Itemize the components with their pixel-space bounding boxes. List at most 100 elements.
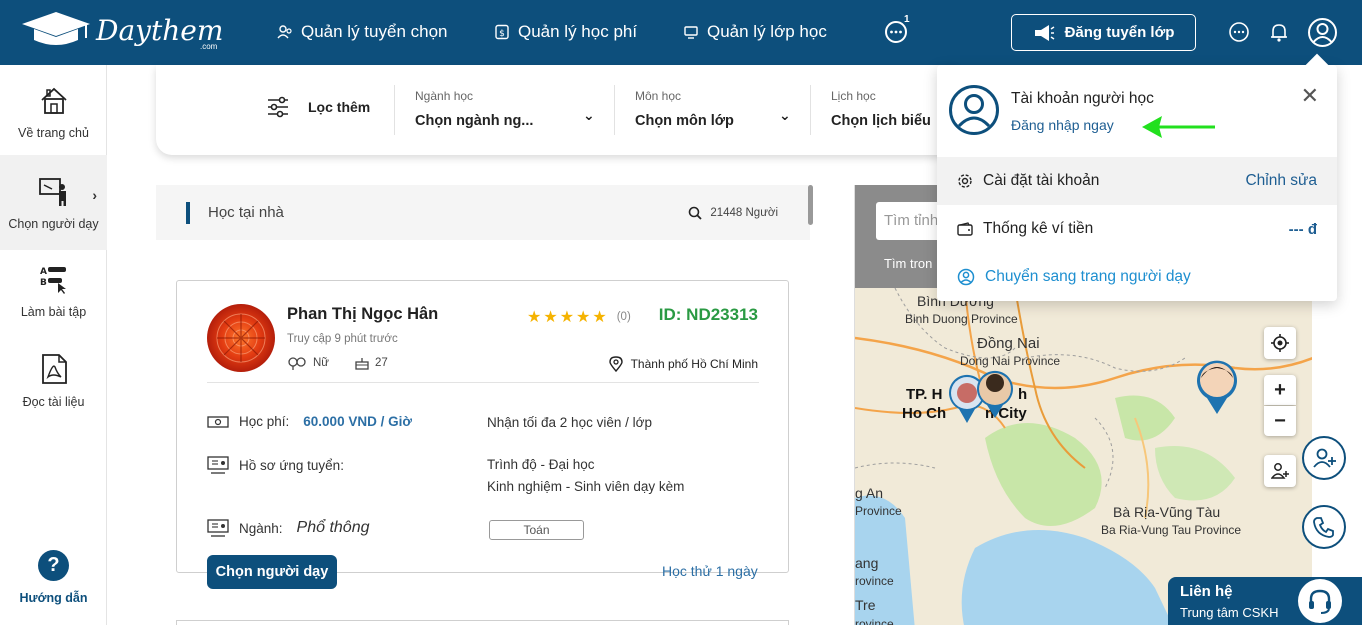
nav-label: Quản lý học phí bbox=[518, 22, 638, 41]
map-label: Province bbox=[855, 504, 902, 518]
logo[interactable]: Daythem .com bbox=[20, 10, 223, 51]
star-icons: ★ ★ ★ ★ ★ bbox=[527, 307, 609, 327]
tutor-age: 27 bbox=[375, 357, 388, 369]
switch-to-tutor-row[interactable]: Chuyển sang trang người dạy bbox=[937, 253, 1337, 301]
chat-bubble-icon[interactable] bbox=[1228, 21, 1250, 43]
map-label: Tre bbox=[855, 597, 876, 613]
bell-icon[interactable] bbox=[1268, 21, 1290, 43]
star-icon: ★ bbox=[559, 309, 575, 326]
profile-row: Hồ sơ ứng tuyển: bbox=[207, 456, 344, 474]
account-dropdown: Tài khoản người học Đăng nhập ngay ✕ Cài… bbox=[937, 53, 1337, 301]
green-arrow-annotation bbox=[1142, 116, 1215, 138]
wallet-stats-label: Thống kê ví tiền bbox=[983, 220, 1094, 237]
nav-label: Quản lý tuyển chọn bbox=[301, 22, 448, 41]
filter-subject-label: Môn học bbox=[635, 89, 682, 103]
login-now-link[interactable]: Đăng nhập ngay bbox=[1011, 117, 1114, 133]
chevron-right-icon: › bbox=[92, 187, 97, 203]
tutor-rating: ★ ★ ★ ★ ★ (0) bbox=[527, 307, 631, 327]
fee-label: Học phí: bbox=[239, 414, 290, 429]
nav-selection-management[interactable]: Quản lý tuyển chọn bbox=[277, 22, 447, 42]
sidebar-item-exercises[interactable]: AB Làm bài tập bbox=[0, 243, 107, 338]
map-label: Bà Rịa-Vũng Tàu bbox=[1113, 504, 1221, 520]
gender-icon bbox=[288, 357, 306, 370]
account-title: Tài khoản người học bbox=[1011, 90, 1154, 107]
sidebar-item-documents[interactable]: Đọc tài liệu bbox=[0, 333, 107, 428]
monitor-icon bbox=[684, 26, 698, 39]
filter-subject-select[interactable]: Môn học Chọn môn lớp ⌄ bbox=[614, 85, 810, 135]
sidebar-item-label: Về trang chủ bbox=[18, 125, 89, 140]
filter-schedule-select[interactable]: Lịch học Chọn lịch biểu bbox=[810, 85, 950, 135]
brand-suffix: .com bbox=[200, 42, 218, 51]
map-label: TP. H bbox=[906, 386, 943, 403]
star-icon: ★ bbox=[543, 309, 558, 326]
quiz-icon: AB bbox=[40, 266, 66, 294]
tutor-city: Thành phố Hồ Chí Minh bbox=[608, 356, 758, 372]
tutor-location-marker[interactable] bbox=[1195, 360, 1241, 415]
map-label: Đồng Nai bbox=[977, 335, 1040, 352]
major-label: Ngành: bbox=[239, 520, 283, 536]
tutor-name[interactable]: Phan Thị Ngọc Hân bbox=[287, 305, 438, 324]
customer-support-widget[interactable]: Liên hệ Trung tâm CSKH bbox=[1168, 577, 1362, 625]
close-icon[interactable]: ✕ bbox=[1301, 83, 1319, 109]
results-count[interactable]: 21448 Người bbox=[688, 206, 778, 220]
add-tutor-map-button[interactable] bbox=[1264, 455, 1296, 487]
gear-icon bbox=[958, 174, 972, 188]
map-label: Ba Ria-Vung Tau Province bbox=[1101, 523, 1242, 537]
sidebar-item-guide[interactable]: ? Hướng dẫn bbox=[0, 550, 107, 605]
accent-bar bbox=[186, 202, 190, 224]
zoom-in-button[interactable]: + bbox=[1264, 375, 1296, 405]
nav-fee-management[interactable]: $ Quản lý học phí bbox=[494, 22, 637, 42]
crosshair-icon bbox=[1271, 334, 1289, 352]
results-title: Học tại nhà bbox=[208, 204, 284, 221]
map-search-hint: Tìm tron bbox=[884, 256, 933, 271]
call-float-button[interactable] bbox=[1302, 505, 1346, 549]
switch-to-tutor-label: Chuyển sang trang người dạy bbox=[985, 268, 1191, 285]
zoom-out-button[interactable]: − bbox=[1264, 406, 1296, 436]
user-plus-icon bbox=[1271, 463, 1289, 479]
map-label: rovince bbox=[855, 617, 894, 625]
locate-me-button[interactable] bbox=[1264, 327, 1296, 359]
location-pin-icon bbox=[608, 356, 623, 372]
tutor-gender: Nữ bbox=[313, 357, 330, 369]
major-value: Phổ thông bbox=[296, 519, 370, 536]
teacher-screen-icon bbox=[207, 519, 229, 537]
edit-account-link[interactable]: Chỉnh sửa bbox=[1245, 172, 1317, 190]
sidebar-item-home[interactable]: Về trang chủ bbox=[0, 65, 107, 160]
sidebar-item-label: Đọc tài liệu bbox=[22, 394, 85, 409]
tutor-avatar[interactable] bbox=[207, 304, 275, 372]
choose-tutor-button[interactable]: Chọn người dạy bbox=[207, 555, 337, 589]
nav-class-management[interactable]: Quản lý lớp học bbox=[683, 22, 827, 42]
list-scrollbar[interactable] bbox=[808, 185, 813, 225]
rating-count: (0) bbox=[616, 311, 631, 323]
more-filters-button[interactable]: Lọc thêm bbox=[266, 95, 370, 119]
tutor-meta: Nữ 27 bbox=[287, 356, 388, 370]
chevron-down-icon: ⌄ bbox=[779, 107, 791, 123]
tutor-last-access: Truy cập 9 phút trước bbox=[287, 333, 398, 345]
add-user-float-button[interactable] bbox=[1302, 436, 1346, 480]
filter-major-select[interactable]: Ngành học Chọn ngành ng... ⌄ bbox=[394, 85, 614, 135]
help-icon: ? bbox=[38, 550, 69, 581]
messages-button[interactable]: 1 bbox=[884, 14, 910, 49]
fee-value: 60.000 VND / Giờ bbox=[303, 414, 412, 429]
svg-text:B: B bbox=[40, 278, 47, 288]
sidebar-item-choose-tutor[interactable]: Chọn người dạy › bbox=[0, 155, 107, 250]
more-filters-label: Lọc thêm bbox=[308, 99, 371, 115]
sliders-icon bbox=[268, 96, 288, 118]
map-terrain bbox=[855, 288, 1312, 625]
phone-icon bbox=[1313, 517, 1334, 538]
messages-badge: 1 bbox=[904, 14, 910, 25]
banknote-icon bbox=[207, 415, 229, 428]
post-class-button[interactable]: Đăng tuyển lớp bbox=[1011, 14, 1196, 51]
support-subtitle: Trung tâm CSKH bbox=[1180, 605, 1279, 620]
star-icon: ★ bbox=[527, 309, 542, 326]
wallet-icon bbox=[957, 222, 973, 236]
nav-label: Quản lý lớp học bbox=[707, 22, 827, 41]
dollar-icon: $ bbox=[495, 24, 509, 40]
map-label: rovince bbox=[855, 574, 894, 588]
account-settings-row[interactable]: Cài đặt tài khoản Chỉnh sửa bbox=[937, 157, 1337, 205]
tutor-cluster-marker[interactable] bbox=[945, 363, 1025, 433]
map-label: Ho Ch bbox=[902, 405, 947, 422]
user-account-icon[interactable] bbox=[1307, 17, 1338, 48]
filter-major-label: Ngành học bbox=[415, 89, 474, 103]
wallet-stats-row[interactable]: Thống kê ví tiền --- đ bbox=[937, 205, 1337, 253]
